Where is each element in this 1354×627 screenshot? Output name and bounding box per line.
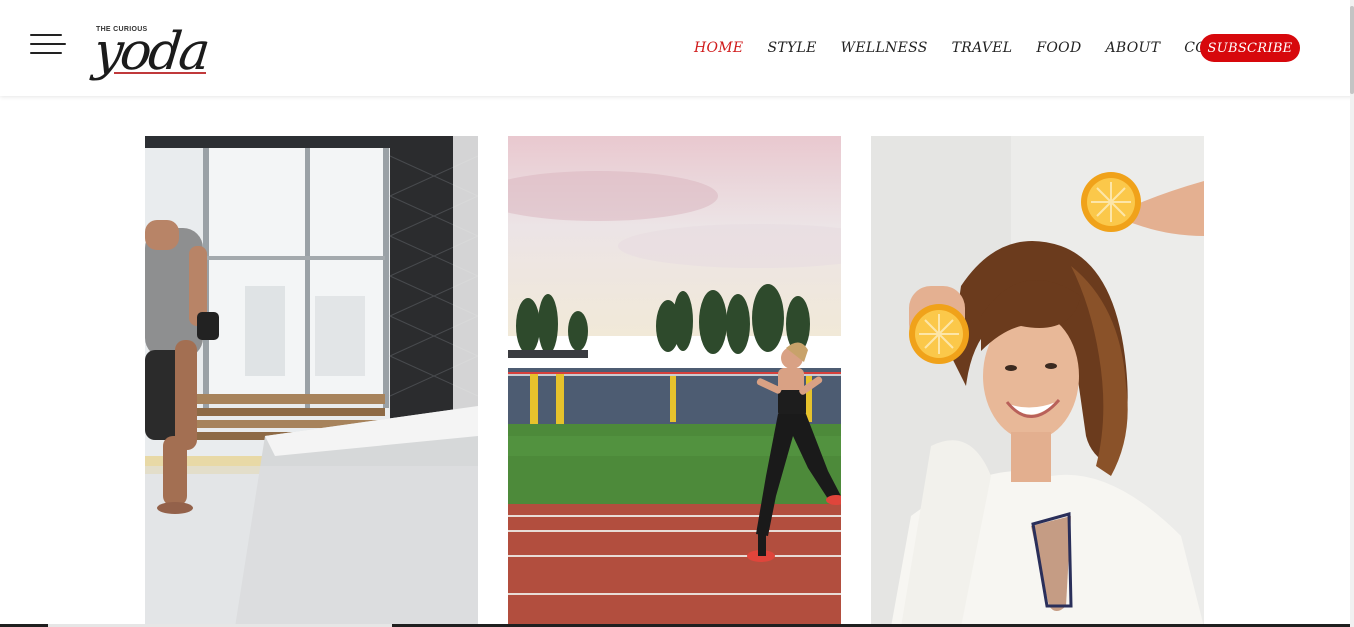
gallery-image-gym[interactable] [145, 136, 478, 627]
nav-item-style[interactable]: STYLE [767, 40, 816, 56]
runner-photo [508, 136, 841, 627]
subscribe-button[interactable]: SUBSCRIBE [1200, 34, 1300, 62]
logo-underline [114, 72, 206, 74]
nav-item-home[interactable]: HOME [694, 40, 743, 56]
nav-item-about[interactable]: ABOUT [1105, 40, 1160, 56]
gallery-image-oranges[interactable] [871, 136, 1204, 627]
oranges-photo [871, 136, 1204, 627]
scrollbar-thumb[interactable] [1350, 6, 1354, 94]
page-scrollbar[interactable] [1350, 0, 1354, 627]
main-nav: HOME STYLE WELLNESS TRAVEL FOOD ABOUT CO… [694, 38, 1284, 58]
site-logo[interactable]: THE CURIOUS yoda [91, 8, 212, 90]
nav-item-food[interactable]: FOOD [1036, 40, 1081, 56]
site-header: THE CURIOUS yoda HOME STYLE WELLNESS TRA… [0, 0, 1354, 96]
nav-item-wellness[interactable]: WELLNESS [841, 40, 928, 56]
gym-photo [145, 136, 478, 627]
gallery-image-runner[interactable] [508, 136, 841, 627]
nav-item-travel[interactable]: TRAVEL [952, 40, 1013, 56]
hamburger-menu-icon[interactable] [30, 34, 66, 56]
